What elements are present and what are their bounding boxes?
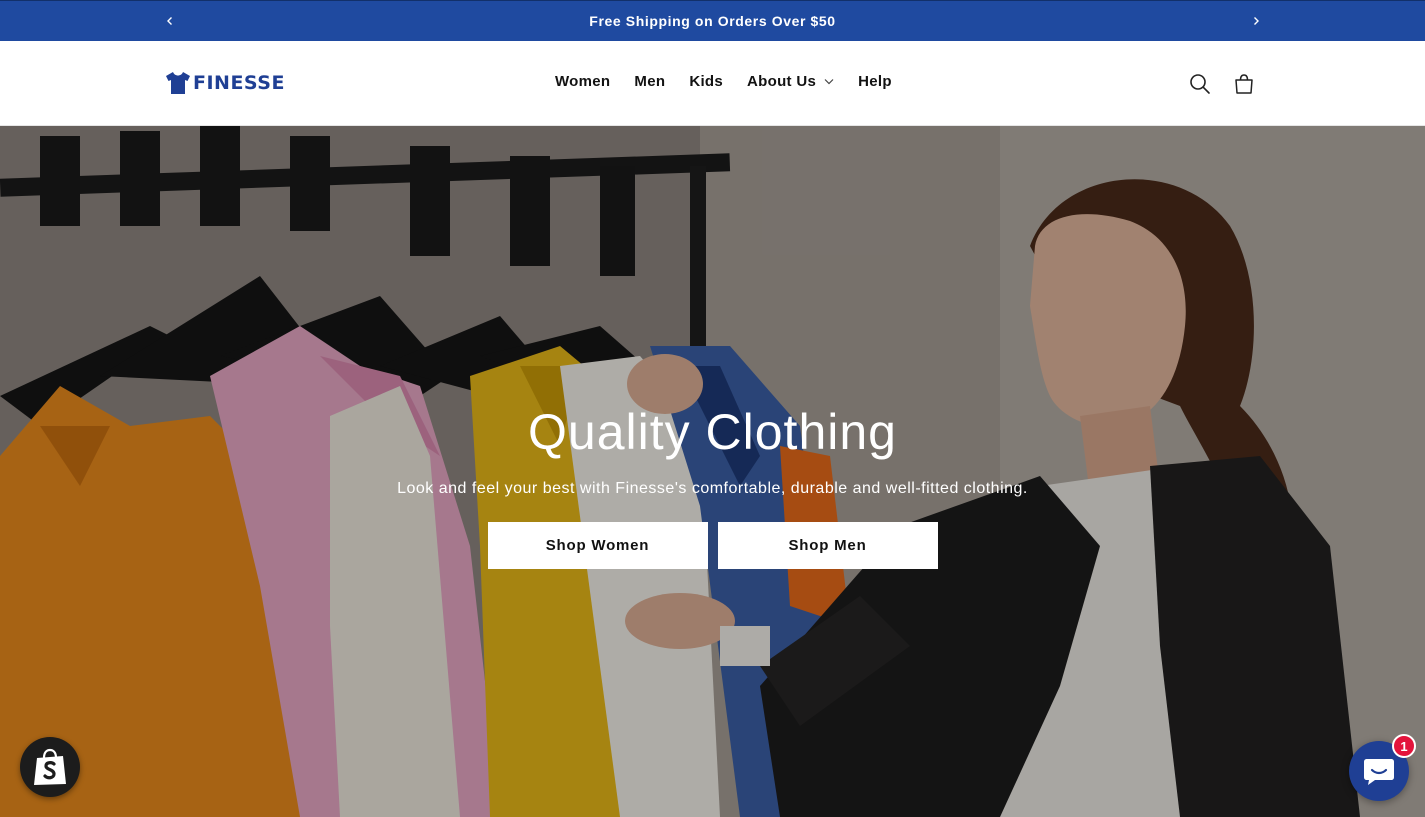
announcement-bar: Free Shipping on Orders Over $50: [0, 0, 1425, 41]
chevron-left-icon[interactable]: [160, 11, 180, 31]
cart-icon[interactable]: [1232, 72, 1256, 96]
shop-men-button[interactable]: Shop Men: [717, 522, 938, 569]
tshirt-icon: [165, 71, 191, 95]
hero-buttons: Shop Women Shop Men: [0, 522, 1425, 569]
main-nav: Women Men Kids About Us Help: [543, 71, 904, 92]
chevron-right-icon[interactable]: [1246, 11, 1266, 31]
chat-notification-badge: 1: [1392, 734, 1416, 758]
nav-kids[interactable]: Kids: [677, 71, 735, 92]
nav-help-label: Help: [858, 73, 892, 90]
site-header: FINESSE Women Men Kids About Us Help: [0, 41, 1425, 126]
logo-text: FINESSE: [193, 72, 285, 94]
announcement-text: Free Shipping on Orders Over $50: [589, 13, 836, 29]
chevron-down-icon: [824, 78, 834, 85]
hero-subtitle: Look and feel your best with Finesse's c…: [397, 480, 1028, 497]
hero-title: Quality Clothing: [528, 404, 897, 460]
nav-kids-label: Kids: [689, 73, 724, 90]
nav-about-us[interactable]: About Us: [735, 71, 846, 92]
hero-banner: Quality Clothing Look and feel your best…: [0, 126, 1425, 817]
nav-women[interactable]: Women: [543, 71, 622, 92]
site-logo[interactable]: FINESSE: [165, 71, 285, 95]
shop-women-button[interactable]: Shop Women: [487, 522, 708, 569]
nav-women-label: Women: [555, 73, 611, 90]
hero-content: Quality Clothing Look and feel your best…: [0, 402, 1425, 569]
nav-men-label: Men: [634, 73, 666, 90]
shopify-bag-icon[interactable]: [20, 737, 80, 797]
search-icon[interactable]: [1188, 72, 1212, 96]
nav-about-label: About Us: [747, 73, 817, 90]
nav-help[interactable]: Help: [846, 71, 904, 92]
nav-men[interactable]: Men: [622, 71, 677, 92]
